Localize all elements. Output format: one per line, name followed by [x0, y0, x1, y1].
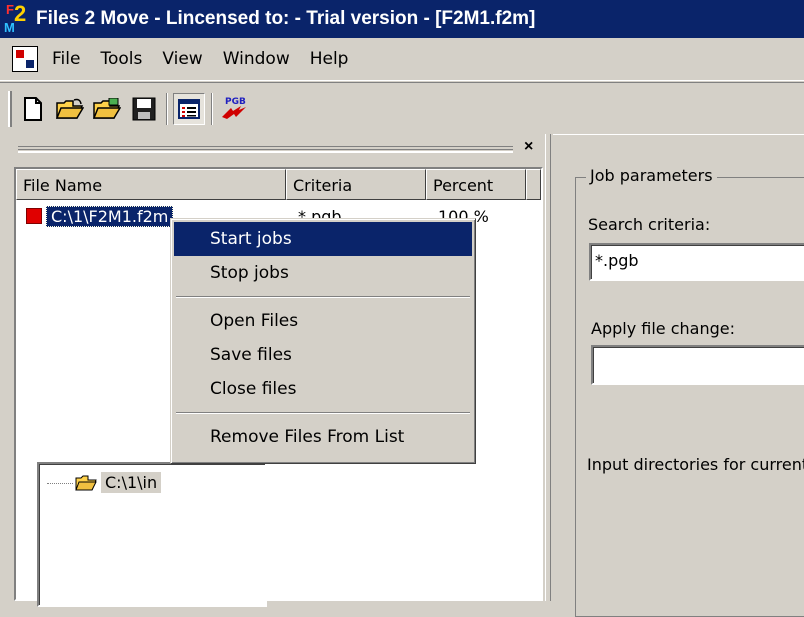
menu-view[interactable]: View — [154, 49, 214, 69]
group-title: Job parameters — [586, 166, 717, 185]
column-percent[interactable]: Percent — [426, 169, 526, 200]
panel-splitter[interactable] — [545, 134, 551, 601]
toolbar-grip[interactable] — [8, 90, 12, 127]
pgb-convert-button[interactable]: PGB — [218, 93, 250, 125]
open-folder-icon — [56, 98, 84, 119]
menu-item-close-files[interactable]: Close files — [174, 372, 472, 406]
column-file-name[interactable]: File Name — [16, 169, 286, 200]
menu-item-save-files[interactable]: Save files — [174, 338, 472, 372]
menu-separator — [176, 412, 470, 414]
input-directories-label: Input directories for current job — [587, 455, 804, 474]
save-button[interactable] — [128, 93, 160, 125]
column-filler — [526, 169, 541, 200]
menu-separator — [176, 296, 470, 298]
column-criteria[interactable]: Criteria — [286, 169, 426, 200]
toolbar-separator — [166, 92, 168, 125]
menu-window[interactable]: Window — [215, 49, 302, 69]
status-icon — [26, 208, 42, 224]
open-file-button[interactable] — [54, 93, 86, 125]
open-recent-icon — [93, 97, 121, 119]
apply-change-input[interactable] — [591, 345, 804, 385]
toolbar-separator — [211, 92, 213, 125]
menu-tools[interactable]: Tools — [92, 49, 154, 69]
tree-item-label: C:\1\in — [101, 472, 162, 493]
search-criteria-input[interactable]: *.pgb — [589, 243, 804, 281]
menu-item-open-files[interactable]: Open Files — [174, 304, 472, 338]
document-window-icon[interactable] — [12, 46, 38, 72]
menu-item-remove-files[interactable]: Remove Files From List — [174, 420, 472, 454]
menu-bar: File Tools View Window Help — [0, 38, 804, 81]
menu-file[interactable]: File — [44, 49, 92, 69]
app-logo-icon: F 2 M — [4, 1, 27, 35]
window-title: Files 2 Move - Lincensed to: - Trial ver… — [36, 8, 536, 29]
open-folder-icon — [75, 475, 97, 490]
close-icon[interactable]: × — [524, 138, 533, 156]
menu-item-stop-jobs[interactable]: Stop jobs — [174, 256, 472, 290]
apply-change-label: Apply file change: — [591, 319, 735, 338]
save-disk-icon — [132, 97, 156, 120]
list-view-icon — [178, 98, 200, 119]
pgb-convert-icon: PGB — [222, 97, 246, 119]
new-document-icon — [24, 96, 42, 121]
table-row[interactable]: C:\1\F2M1.f2m *.pgb 100 % — [18, 205, 489, 227]
open-recent-button[interactable] — [91, 93, 123, 125]
list-header: File Name Criteria Percent — [16, 169, 541, 200]
menu-item-start-jobs[interactable]: Start jobs — [174, 222, 472, 256]
new-document-button[interactable] — [17, 93, 49, 125]
context-menu: Start jobs Stop jobs Open Files Save fil… — [170, 218, 476, 464]
file-name-cell[interactable]: C:\1\F2M1.f2m — [46, 205, 174, 227]
search-criteria-label: Search criteria: — [588, 215, 711, 234]
menu-help[interactable]: Help — [302, 49, 361, 69]
pgb-icon-text: PGB — [225, 97, 246, 107]
job-panel: Job parameters Search criteria: *.pgb Ap… — [553, 134, 804, 617]
toolbar: PGB — [0, 82, 804, 134]
input-directories-tree[interactable]: C:\1\in — [37, 462, 267, 607]
tree-item[interactable]: C:\1\in — [47, 472, 162, 493]
title-bar[interactable]: F 2 M Files 2 Move - Lincensed to: - Tri… — [0, 0, 804, 38]
panel-grip[interactable] — [18, 146, 513, 153]
tree-connector — [47, 483, 73, 484]
list-view-button[interactable] — [173, 92, 205, 125]
